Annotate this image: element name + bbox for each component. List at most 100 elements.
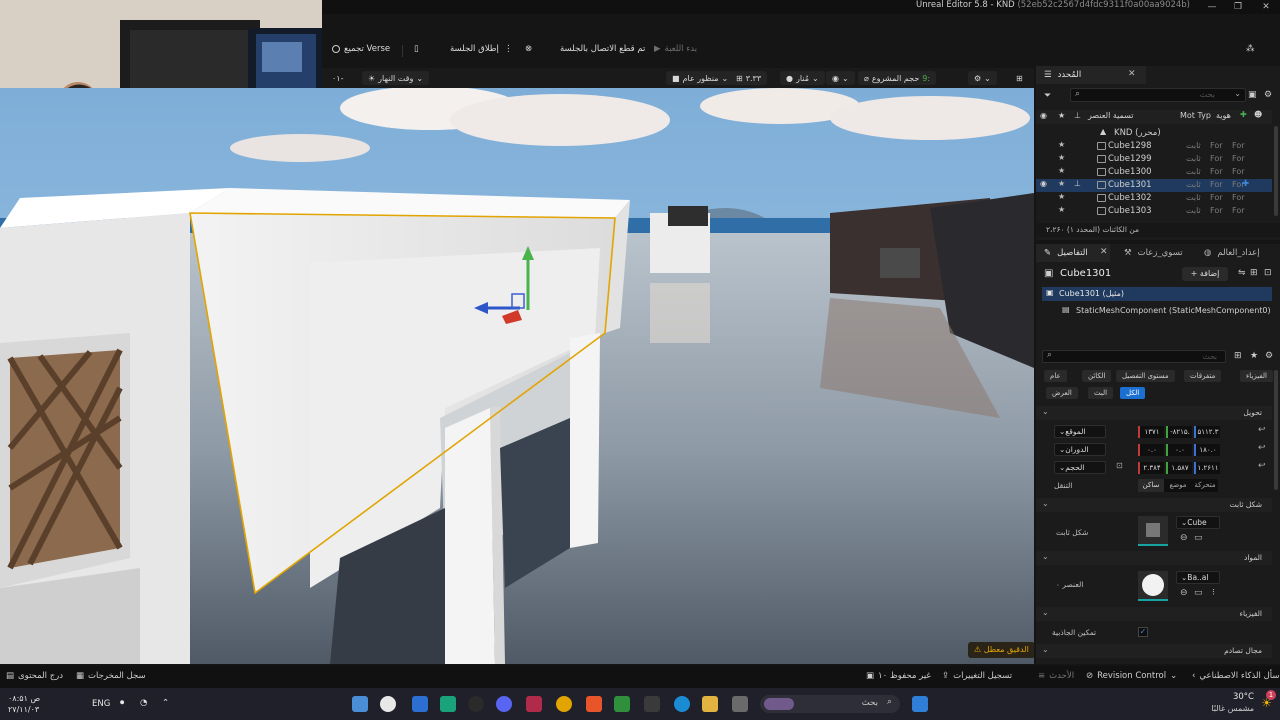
fortnite-icon[interactable] xyxy=(412,696,428,712)
scale-dropdown[interactable]: الحجم ⌄ xyxy=(1054,461,1106,474)
phone-icon[interactable]: ▯ xyxy=(414,44,419,54)
location-x[interactable]: ۱۳۷۱ xyxy=(1138,426,1164,438)
section-physics[interactable]: ⌄ الفيزياء xyxy=(1036,607,1272,621)
lit-dropdown[interactable]: ● مُنار ⌄ xyxy=(780,71,825,85)
blueprint-icon[interactable]: ⇋ xyxy=(1238,268,1246,278)
scene-render[interactable] xyxy=(0,88,1034,664)
verse-button[interactable]: تجميع Verse xyxy=(332,44,390,54)
ai-assistant-button[interactable]: ‹ أسأل الذكاء الاصطناعي xyxy=(1192,671,1280,681)
static-mesh-thumbnail[interactable] xyxy=(1138,516,1168,546)
material-thumbnail[interactable] xyxy=(1138,571,1168,601)
minimize-button[interactable]: — xyxy=(1198,0,1226,14)
level-viewport[interactable]: ⚠ الدقيق معطل xyxy=(0,88,1034,664)
unreal-icon[interactable] xyxy=(380,696,396,712)
rotation-y[interactable]: ۰.۰ xyxy=(1166,444,1192,456)
output-log-button[interactable]: ▦ سجل المخرجات xyxy=(76,671,146,681)
component-instance-row[interactable]: ▣ Cube1301 (مثيل) xyxy=(1042,287,1272,301)
microphone-icon[interactable]: ⏺ xyxy=(120,698,124,708)
star-icon[interactable]: ★ xyxy=(1250,351,1258,361)
scale-z[interactable]: ۱.۲۶۱۱ xyxy=(1194,462,1220,474)
close-tab-icon[interactable]: ✕ xyxy=(1100,247,1108,257)
app-icon-green[interactable] xyxy=(440,696,456,712)
use-selected-icon[interactable]: ▭ xyxy=(1194,533,1203,543)
changes-log-button[interactable]: ⇪ تسجيل التغييرات xyxy=(942,671,1012,681)
section-static-mesh[interactable]: ⌄ شكل ثابت xyxy=(1036,498,1272,512)
settings-dropdown[interactable]: ⚙ ⌄ xyxy=(968,71,997,85)
start-icon[interactable] xyxy=(912,696,928,712)
dots-icon[interactable]: ⁝ xyxy=(1212,588,1215,598)
gravity-checkbox[interactable]: ✓ xyxy=(1138,627,1148,637)
details-search-input[interactable]: ⌕ بحث xyxy=(1042,350,1226,363)
chrome-icon[interactable] xyxy=(556,696,572,712)
filter-physics[interactable]: الفيزياء xyxy=(1240,370,1273,382)
rotation-z[interactable]: ۱۸۰.۰ xyxy=(1194,444,1220,456)
close-tab-icon[interactable]: ✕ xyxy=(1128,69,1136,79)
tab-blueprint-settings[interactable]: ⚒ تسوي_زعات xyxy=(1116,244,1196,262)
window-icon[interactable] xyxy=(732,696,748,712)
more-options-icon[interactable]: ⋮ xyxy=(504,44,513,54)
component-row[interactable]: ▤ StaticMeshComponent (StaticMeshCompone… xyxy=(1052,304,1272,318)
gear-icon[interactable]: ⚙ xyxy=(1265,351,1273,361)
material-picker[interactable]: Ba..al ⌄ xyxy=(1176,571,1220,584)
precision-warning[interactable]: ⚠ الدقيق معطل xyxy=(968,642,1034,658)
project-size-chip[interactable]: ⌀ حجم المشروع 9: xyxy=(858,71,937,85)
location-dropdown[interactable]: الموقع ⌄ xyxy=(1054,425,1106,438)
clock[interactable]: ۰۸:۵۱ ص ۲۷/۱۱/۰۳ xyxy=(8,693,40,715)
table-row[interactable]: ★ Cube1300 ثابت For For xyxy=(1036,166,1272,179)
show-dropdown[interactable]: ◉ ⌄ xyxy=(826,71,855,85)
scale-x[interactable]: ۲.۳۸۴ xyxy=(1138,462,1164,474)
reset-icon[interactable]: ↩ xyxy=(1258,425,1266,435)
discord-icon[interactable] xyxy=(496,696,512,712)
table-row[interactable]: ★ Cube1302 ثابت For For xyxy=(1036,192,1272,205)
column-name[interactable]: تسمية العنصر xyxy=(1088,111,1134,120)
object-name[interactable]: Cube1301 xyxy=(1060,268,1111,279)
content-drawer-button[interactable]: ▤ درج المحتوى xyxy=(6,671,63,681)
filter-rendering[interactable]: العرض xyxy=(1046,387,1078,399)
recent-button[interactable]: ≡ الأحدث xyxy=(1038,671,1074,681)
terminal-icon[interactable] xyxy=(614,696,630,712)
outliner-root-row[interactable]: ▲ KND (محرر) xyxy=(1036,127,1272,140)
column-type[interactable]: Mot Typ xyxy=(1180,111,1211,120)
rotation-x[interactable]: ۰.۰ xyxy=(1138,444,1164,456)
3d-app-icon[interactable] xyxy=(526,696,542,712)
launch-session-button[interactable]: إطلاق الجلسة xyxy=(450,44,499,54)
section-transform[interactable]: ⌄ تحويل xyxy=(1036,406,1272,420)
lock-icon[interactable]: ⊡ xyxy=(1116,461,1123,470)
tab-details[interactable]: ✎ التفاصيل xyxy=(1036,244,1110,262)
brave-icon[interactable] xyxy=(586,696,602,712)
store-icon[interactable] xyxy=(644,696,660,712)
filter-streaming[interactable]: البث xyxy=(1088,387,1114,399)
reset-icon[interactable]: ↩ xyxy=(1258,461,1266,471)
maximize-button[interactable]: ❐ xyxy=(1224,0,1252,14)
edge-icon[interactable] xyxy=(674,696,690,712)
mobility-movable[interactable]: متحركة xyxy=(1192,479,1218,492)
chevron-up-icon[interactable]: ⌃ xyxy=(162,698,169,708)
close-button[interactable]: ✕ xyxy=(1252,0,1280,14)
lock-icon[interactable]: ⊡ xyxy=(1264,268,1272,278)
plus-icon[interactable]: ✚ xyxy=(1240,110,1247,119)
weather-widget[interactable]: 30°C مشمس غالبًا ☀ 1 xyxy=(1206,690,1276,716)
people-icon[interactable]: ☻ xyxy=(1254,110,1262,119)
unsaved-button[interactable]: ▣ ۱۰ غير محفوظ xyxy=(866,671,931,681)
disconnect-icon[interactable]: ⊗ xyxy=(525,44,532,54)
mobility-stationary[interactable]: موضع xyxy=(1165,479,1191,492)
network-icon[interactable]: ◔ xyxy=(140,698,147,708)
settings-icon[interactable]: ⚙ xyxy=(1264,90,1272,100)
filter-all[interactable]: الكل xyxy=(1120,387,1146,399)
filter-actor[interactable]: الكائن xyxy=(1082,370,1112,382)
section-collision[interactable]: ⌄ مجال تصادم xyxy=(1036,644,1272,658)
use-selected-icon[interactable]: ▭ xyxy=(1194,588,1203,598)
filter-icon[interactable]: ⏷ xyxy=(1044,91,1051,101)
explorer-icon[interactable] xyxy=(702,696,718,712)
scrollbar[interactable] xyxy=(1274,126,1278,216)
filter-lod[interactable]: مستوى التفصيل xyxy=(1116,370,1175,382)
browse-icon[interactable]: ⊖ xyxy=(1180,533,1188,543)
static-mesh-picker[interactable]: Cube ⌄ xyxy=(1176,516,1220,529)
section-materials[interactable]: ⌄ المواد xyxy=(1036,551,1272,565)
mobility-toggle[interactable]: ساكن موضع متحركة xyxy=(1138,479,1218,492)
start-game-button[interactable]: ▶ بدء اللعبة xyxy=(654,44,697,54)
language-indicator[interactable]: ENG xyxy=(92,699,110,709)
location-y[interactable]: -۸۲۱۵. xyxy=(1166,426,1192,438)
details-scrollbar[interactable] xyxy=(1274,370,1278,490)
table-row-selected[interactable]: ◉ ★ ⊥ Cube1301 ثابت For For ✚ xyxy=(1036,179,1272,192)
